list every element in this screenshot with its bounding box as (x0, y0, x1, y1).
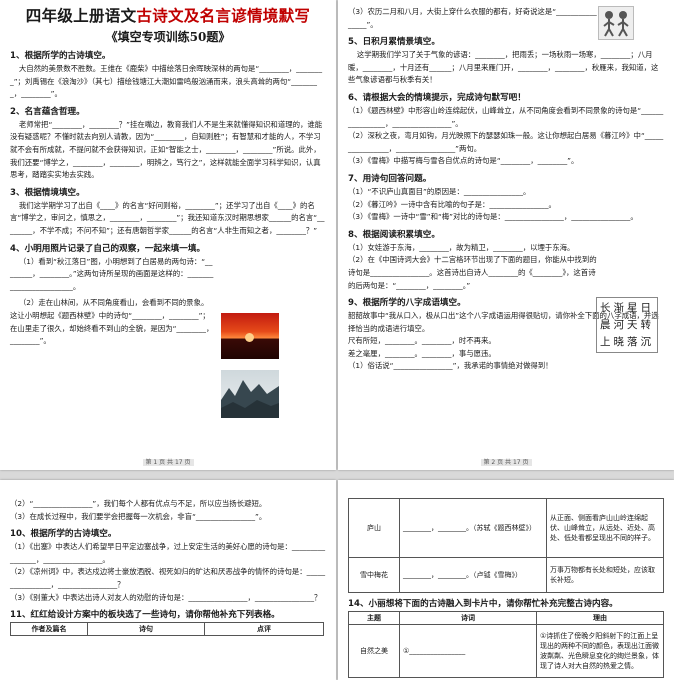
worksheet-page-4: 庐山 ________，________。（苏轼《题西林壁》） 从正面、侧面看庐… (338, 480, 674, 680)
section-3-text: 我们这学期学习了出自《____》的名言“好问则裕，________”；还学习了出… (10, 200, 325, 235)
page-footer: 第 1 页 共 17 页 (0, 457, 336, 466)
table-header: 点评 (204, 622, 324, 637)
section-3-heading: 3、根据情境填空。 (10, 187, 85, 198)
section-4-item-1: （1）看到“秋江落日”图，小明想到了白居易的两句诗：“________，____… (10, 256, 214, 291)
section-7-text: （1）“不识庐山真面目”的原因是：________________。 （2）《暮… (348, 186, 638, 222)
children-illustration (598, 6, 634, 40)
title-red: 古诗文及名言谚情境默写 (136, 7, 311, 25)
table-header: 主题 (348, 611, 400, 625)
table-cell: ①诗抓住了傍晚夕阳斜射下的江面上呈现出的两种不同的颜色，表现出江面微波粼粼、光色… (536, 624, 664, 678)
page-title: 四年级上册语文古诗文及名言谚情境默写 (10, 6, 326, 26)
poem-table: 庐山 ________，________。（苏轼《题西林壁》） 从正面、侧面看庐… (348, 498, 664, 593)
section-14-table: 主题 诗词 理由 自然之美 ①________________ ①诗抓住了傍晚夕… (348, 611, 664, 678)
table-cell: ________，________。（卢钺《雪梅》） (399, 557, 547, 593)
worksheet-page-2: （3）农历二月和八月，大街上穿什么衣服的都有，好奇说这是“___________… (338, 0, 674, 470)
table-cell: ________，________。（苏轼《题西林壁》） (399, 498, 547, 558)
section-7-heading: 7、用诗句回答问题。 (348, 173, 432, 184)
page3-top-text: （2）“________________”，我们每个人都有优点与不足，所以应当扬… (10, 499, 267, 521)
section-11-heading: 11、红红给设计方案中的板块选了一些诗句，请你帮他补充下列表格。 (10, 610, 280, 621)
section-6-heading: 6、请根据大会的情境提示，完成诗句默写吧！ (348, 92, 526, 103)
section-14-heading: 14、小丽想将下面的古诗融入到卡片中，请你帮忙补充完整古诗内容。 (348, 599, 618, 609)
section-1-heading: 1、根据所学的古诗填空。 (10, 51, 111, 61)
table-cell: 万事万物都有长处和短处，应该取长补短。 (546, 557, 664, 593)
page2-top-text: （3）农历二月和八月，大街上穿什么衣服的都有，好奇说这是“___________… (348, 7, 597, 29)
worksheet-page-3: （2）“________________”，我们每个人都有优点与不足，所以应当扬… (0, 480, 336, 680)
table-row: 自然之美 ①________________ ①诗抓住了傍晚夕阳斜射下的江面上呈… (348, 624, 664, 678)
section-8-text: （1）女娃游于东海，________，故为精卫，________，以堙于东海。 … (348, 242, 597, 290)
table-cell: 从正面、侧面看庐山山岭连绵起伏、山峰耸立，从远处、近处、高处、低处看都呈现出不同… (546, 498, 664, 558)
table-row: 雪中梅花 ________，________。（卢钺《雪梅》） 万事万物都有长处… (348, 557, 664, 593)
table-cell: 自然之美 (348, 624, 400, 678)
section-8-heading: 8、根据阅读积累填空。 (348, 229, 440, 240)
table-header: 诗词 (399, 611, 537, 625)
sunset-river-image (221, 313, 279, 359)
section-10-text: （1）《出塞》中表达人们希望早日平定边塞战争，过上安定生活的美好心愿的诗句是：_… (10, 542, 326, 602)
section-4-item-2: （2）走在山林间，从不同角度看山，会看到不同的景象。这让小明想起《题西林壁》中的… (10, 298, 214, 346)
section-2-heading: 2、名言蕴含哲理。 (10, 106, 85, 117)
section-5-text: 这学期我们学习了关于气象的谚语：________，把雨丢；一场秋雨一场寒，___… (348, 50, 659, 85)
poem-character-grid: 长渐星日 晨河天转 上晓落沉 (596, 297, 658, 353)
section-10-heading: 10、根据所学的古诗填空。 (10, 529, 117, 540)
section-2-text: 老师常把“________，________？”挂在嘴边，教育我们人不是生来就懂… (10, 119, 323, 180)
section-11-table: 作者及篇名 诗句 点评 (10, 622, 324, 637)
worksheet-page-1: 四年级上册语文古诗文及名言谚情境默写 《填空专项训练50题》 1、根据所学的古诗… (0, 0, 336, 470)
section-4-heading: 4、小明用照片记录了自己的观察，一起来填一填。 (10, 243, 206, 254)
page-subtitle: 《填空专项训练50题》 (105, 30, 231, 44)
page-footer: 第 2 页 共 17 页 (338, 457, 674, 466)
table-cell: 庐山 (348, 498, 400, 558)
title-black: 四年级上册语文 (25, 7, 137, 25)
table-cell: ①________________ (399, 624, 537, 678)
mountain-landscape-image (221, 370, 279, 418)
table-cell: 雪中梅花 (348, 557, 400, 593)
section-6-text: （1）《题西林壁》中形容山岭连绵起伏，山峰耸立，从不同角度会看到不同景象的诗句是… (348, 105, 664, 166)
table-row: 庐山 ________，________。（苏轼《题西林壁》） 从正面、侧面看庐… (348, 498, 664, 558)
table-header: 作者及篇名 (10, 622, 88, 637)
table-header: 理由 (536, 611, 664, 625)
section-1-text: 大自然的美景数不胜数。王维在《鹿柴》中描绘落日余晖映深林的两句是“_______… (10, 64, 323, 99)
table-header: 诗句 (87, 622, 205, 637)
